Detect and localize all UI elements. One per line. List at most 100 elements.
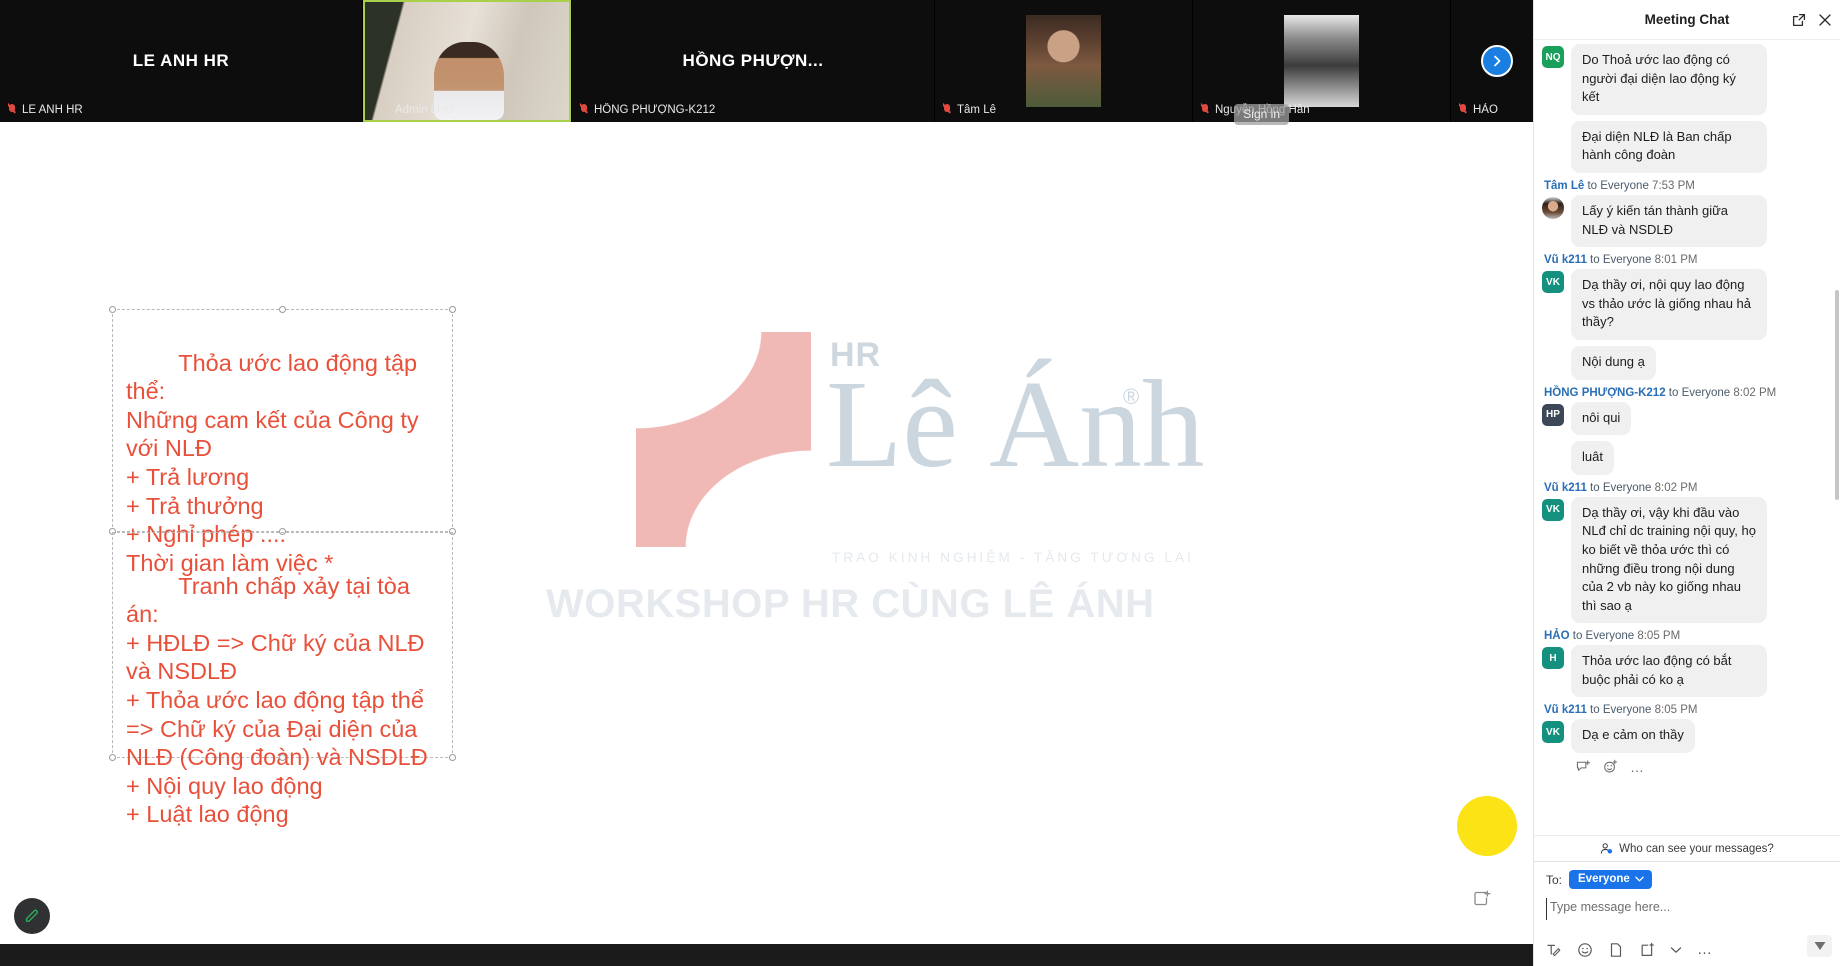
- resize-handle-bottom-right[interactable]: [449, 754, 456, 761]
- slide-textbox-2-content: Tranh chấp xảy tại tòa án: + HĐLĐ => Chữ…: [126, 573, 431, 828]
- chat-message-meta: Vũ k211 to Everyone 8:02 PM: [1544, 482, 1832, 494]
- meeting-main-area: LE ANH HR LE ANH HR Admin LHC HỒNG PHƯỢN…: [0, 0, 1533, 966]
- slide-textbox-2[interactable]: Tranh chấp xảy tại tòa án: + HĐLĐ => Chữ…: [112, 532, 453, 758]
- chat-message[interactable]: luât: [1571, 441, 1832, 475]
- avatar: VK: [1542, 721, 1564, 743]
- participant-tile-le-anh-hr[interactable]: LE ANH HR LE ANH HR: [0, 0, 363, 122]
- chat-timestamp: 8:02 PM: [1733, 387, 1776, 399]
- avatar: NQ: [1542, 46, 1564, 68]
- share-screen-button[interactable]: [1469, 886, 1495, 912]
- watermark-hr-text: HR: [830, 336, 881, 375]
- chat-recipient: to Everyone: [1669, 387, 1730, 399]
- more-options-icon[interactable]: …: [1630, 762, 1644, 772]
- send-icon: [1813, 939, 1827, 953]
- chevron-right-icon: [1490, 54, 1504, 68]
- chat-message-list[interactable]: NQ Do Thoả ước lao động có người đại diệ…: [1534, 40, 1840, 835]
- chat-recipient: to Everyone: [1573, 630, 1634, 642]
- reply-icon[interactable]: [1576, 759, 1591, 774]
- message-hover-actions: …: [1576, 759, 1832, 774]
- slide-textbox-1[interactable]: Thỏa ước lao động tập thể: Những cam kết…: [112, 309, 453, 532]
- resize-handle-top-right[interactable]: [449, 306, 456, 313]
- resize-handle-bottom-center[interactable]: [279, 754, 286, 761]
- pencil-icon: [22, 906, 42, 926]
- participant-display-name: LE ANH HR: [133, 51, 229, 71]
- participant-tile-hong-phuong[interactable]: HỒNG PHƯỢN... HỒNG PHƯỢNG-K212: [572, 0, 935, 122]
- compose-toolbar: …: [1546, 942, 1830, 958]
- sign-in-button[interactable]: Sign in: [1234, 104, 1289, 125]
- chevron-down-icon[interactable]: [1670, 946, 1682, 954]
- participant-name-label: Tâm Lê: [943, 103, 996, 116]
- resize-handle-bottom-left[interactable]: [109, 754, 116, 761]
- more-options-icon[interactable]: …: [1697, 946, 1712, 954]
- stage-bottom-bar: [0, 944, 1533, 966]
- chat-sender-name: HẢO: [1544, 630, 1570, 642]
- participant-name-label: HỒNG PHƯỢNG-K212: [580, 103, 715, 116]
- chat-recipient: to Everyone: [1590, 482, 1651, 494]
- chat-message[interactable]: Nội dung ạ: [1571, 346, 1832, 380]
- who-can-see-messages-link[interactable]: Who can see your messages?: [1534, 835, 1840, 861]
- chat-message-group: HẢO to Everyone 8:05 PM H Thỏa ước lao đ…: [1542, 630, 1832, 697]
- chat-timestamp: 8:05 PM: [1655, 704, 1698, 716]
- chat-message[interactable]: Đại diện NLĐ là Ban chấp hành công đoàn: [1571, 121, 1832, 173]
- resize-handle-top-center[interactable]: [279, 306, 286, 313]
- chat-message-meta: Vũ k211 to Everyone 8:01 PM: [1544, 254, 1832, 266]
- chat-message-meta: Vũ k211 to Everyone 8:05 PM: [1544, 704, 1832, 716]
- chat-compose-area: To: Everyone Type message here...: [1534, 861, 1840, 966]
- mic-muted-icon: [580, 103, 589, 116]
- chat-message-text: Đại diện NLĐ là Ban chấp hành công đoàn: [1571, 121, 1767, 173]
- chat-message-text: Dạ thầy ơi, vậy khi đầu vào NLđ chỉ dc t…: [1571, 497, 1767, 624]
- screenshot-icon[interactable]: [1639, 942, 1655, 958]
- emoji-icon[interactable]: [1577, 942, 1593, 958]
- chat-message-meta: Tâm Lê to Everyone 7:53 PM: [1544, 180, 1832, 192]
- resize-handle-top-left[interactable]: [109, 306, 116, 313]
- chat-panel-header: Meeting Chat: [1534, 0, 1840, 40]
- to-label: To:: [1546, 873, 1562, 887]
- participant-name-label: LE ANH HR: [8, 103, 83, 116]
- chat-timestamp: 8:02 PM: [1655, 482, 1698, 494]
- chat-message[interactable]: NQ Do Thoả ước lao động có người đại diệ…: [1542, 44, 1832, 115]
- avatar: HP: [1542, 404, 1564, 426]
- brand-mark-icon: [636, 332, 811, 547]
- add-reaction-icon[interactable]: [1603, 759, 1618, 774]
- watermark-tagline: TRAO KINH NGHIỆM - TẶNG TƯƠNG LAI: [832, 550, 1194, 565]
- chat-message[interactable]: H Thỏa ước lao động có bắt buộc phải có …: [1542, 645, 1832, 697]
- chat-message-text: Dạ e cảm on thầy: [1571, 719, 1695, 753]
- chat-sender-name: Vũ k211: [1544, 254, 1587, 266]
- compose-recipient-row: To: Everyone: [1546, 870, 1830, 889]
- participant-name-label: Admin LHC: [395, 104, 454, 116]
- chat-message-text: Lấy ý kiến tán thành giữa NLĐ và NSDLĐ: [1571, 195, 1767, 247]
- chat-message[interactable]: VK Dạ thầy ơi, vậy khi đầu vào NLđ chỉ d…: [1542, 497, 1832, 624]
- chat-message-text: nôi qui: [1571, 402, 1631, 436]
- chat-scrollbar[interactable]: [1835, 290, 1839, 500]
- pop-out-icon[interactable]: [1792, 13, 1806, 27]
- recipient-selector[interactable]: Everyone: [1569, 870, 1652, 889]
- chat-message[interactable]: VK Dạ e cảm on thầy: [1542, 719, 1832, 753]
- chat-message[interactable]: VK Dạ thầy ơi, nội quy lao động vs thảo …: [1542, 269, 1832, 340]
- message-input[interactable]: Type message here...: [1546, 898, 1670, 920]
- chat-sender-name: Vũ k211: [1544, 482, 1587, 494]
- watermark-workshop-title: WORKSHOP HR CÙNG LÊ ÁNH: [546, 582, 1155, 627]
- annotate-button[interactable]: [14, 898, 50, 934]
- chat-message[interactable]: HP nôi qui: [1542, 402, 1832, 436]
- send-button[interactable]: [1807, 935, 1832, 957]
- shared-screen-stage[interactable]: HR Lê Ánh ® TRAO KINH NGHIỆM - TẶNG TƯƠN…: [0, 122, 1533, 966]
- format-text-icon[interactable]: [1546, 942, 1562, 958]
- participant-filmstrip[interactable]: LE ANH HR LE ANH HR Admin LHC HỒNG PHƯỢN…: [0, 0, 1533, 122]
- close-icon[interactable]: [1818, 13, 1832, 27]
- chat-message[interactable]: Lấy ý kiến tán thành giữa NLĐ và NSDLĐ: [1542, 195, 1832, 247]
- chat-header-actions: [1792, 13, 1832, 27]
- chat-message-text: Thỏa ước lao động có bắt buộc phải có ko…: [1571, 645, 1767, 697]
- chat-recipient: to Everyone: [1590, 254, 1651, 266]
- chat-message-group: HỒNG PHƯỢNG-K212 to Everyone 8:02 PM HP …: [1542, 387, 1832, 475]
- chat-message-text: Nội dung ạ: [1571, 346, 1656, 380]
- avatar: H: [1542, 647, 1564, 669]
- filmstrip-next-button[interactable]: [1481, 45, 1513, 77]
- participant-tile-tam-le[interactable]: Tâm Lê: [935, 0, 1193, 122]
- chat-message-meta: HỒNG PHƯỢNG-K212 to Everyone 8:02 PM: [1544, 387, 1832, 399]
- participant-tile-admin-lhc[interactable]: Admin LHC: [363, 0, 572, 122]
- file-icon[interactable]: [1608, 942, 1624, 958]
- chat-timestamp: 8:05 PM: [1637, 630, 1680, 642]
- participant-tile-nguyen-hong-han[interactable]: Nguyễn Hồng Hân: [1193, 0, 1451, 122]
- participant-name-label: HẢO: [1459, 103, 1498, 116]
- participant-avatar-image: [1026, 15, 1101, 107]
